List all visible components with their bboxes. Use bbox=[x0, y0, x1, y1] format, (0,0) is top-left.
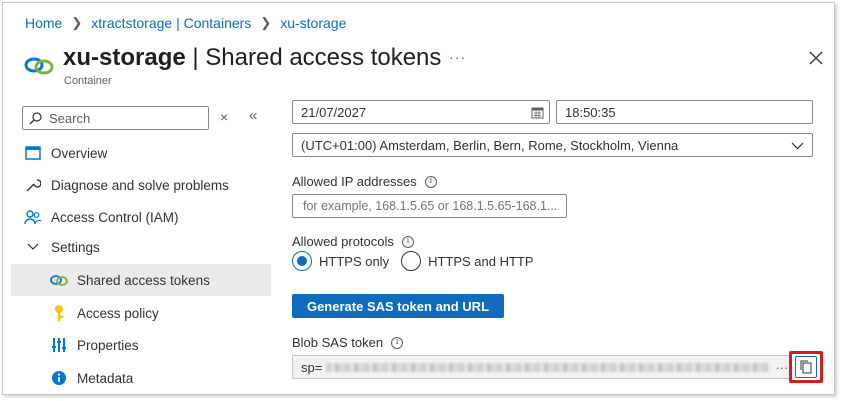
collapse-sidebar-icon[interactable]: « bbox=[249, 107, 257, 124]
copy-icon bbox=[800, 360, 812, 374]
people-icon bbox=[23, 207, 43, 227]
page-subtitle: Container bbox=[64, 75, 112, 87]
sidebar-item-label: Metadata bbox=[77, 370, 134, 386]
sidebar-search[interactable] bbox=[22, 106, 209, 130]
sidebar-item-metadata[interactable]: Metadata bbox=[11, 362, 271, 394]
copy-to-clipboard-highlight[interactable] bbox=[789, 351, 823, 383]
clear-search-icon[interactable]: × bbox=[220, 109, 228, 125]
info-icon bbox=[49, 368, 69, 388]
copy-to-clipboard-button[interactable] bbox=[795, 356, 817, 378]
timezone-select[interactable]: (UTC+01:00) Amsterdam, Berlin, Bern, Rom… bbox=[292, 133, 813, 157]
sidebar-item-overview[interactable]: Overview bbox=[11, 137, 271, 169]
blob-sas-label: Blob SAS token i bbox=[292, 335, 404, 350]
info-tooltip-icon[interactable]: i bbox=[401, 235, 414, 248]
breadcrumb-containers[interactable]: xtractstorage | Containers bbox=[91, 15, 251, 31]
page-title: xu-storage | Shared access tokens bbox=[63, 44, 441, 72]
allowed-ip-label-text: Allowed IP addresses bbox=[292, 174, 417, 189]
chevron-down-icon bbox=[23, 237, 43, 257]
allowed-ip-input[interactable] bbox=[301, 198, 561, 214]
radio-https-and-http-label[interactable]: HTTPS and HTTP bbox=[428, 254, 533, 269]
more-options-icon[interactable]: ··· bbox=[449, 49, 466, 65]
link-icon bbox=[49, 270, 69, 290]
info-tooltip-icon[interactable]: i bbox=[391, 336, 404, 349]
search-input[interactable] bbox=[47, 109, 197, 127]
breadcrumb-home[interactable]: Home bbox=[25, 15, 62, 31]
sidebar-item-access-control[interactable]: Access Control (IAM) bbox=[11, 201, 271, 233]
sidebar-item-properties[interactable]: Properties bbox=[11, 329, 271, 361]
sidebar-item-label: Shared access tokens bbox=[77, 272, 210, 288]
sidebar-item-label: Properties bbox=[77, 337, 139, 353]
calendar-icon[interactable] bbox=[531, 106, 544, 119]
redacted-token-value bbox=[326, 362, 772, 372]
radio-https-and-http[interactable] bbox=[401, 251, 422, 271]
properties-icon bbox=[49, 335, 69, 355]
breadcrumb: Home ❯ xtractstorage | Containers ❯ xu-s… bbox=[25, 15, 346, 31]
allowed-protocols-label: Allowed protocols i bbox=[292, 234, 414, 249]
chevron-down-icon bbox=[791, 142, 804, 150]
timezone-value: (UTC+01:00) Amsterdam, Berlin, Bern, Rom… bbox=[301, 137, 679, 153]
allowed-ip-label: Allowed IP addresses i bbox=[292, 174, 437, 189]
page-title-section: | Shared access tokens bbox=[185, 44, 442, 71]
breadcrumb-separator-icon: ❯ bbox=[71, 15, 83, 30]
key-icon bbox=[49, 303, 69, 323]
generate-sas-button[interactable]: Generate SAS token and URL bbox=[292, 294, 504, 318]
expiry-time-field[interactable]: 18:50:35 bbox=[556, 100, 813, 124]
page-title-resource: xu-storage bbox=[63, 44, 186, 71]
blob-sas-label-text: Blob SAS token bbox=[292, 335, 384, 350]
info-tooltip-icon[interactable]: i bbox=[424, 175, 437, 188]
sidebar-item-label: Access Control (IAM) bbox=[51, 209, 179, 225]
protocol-radio-group: HTTPS only HTTPS and HTTP bbox=[292, 251, 534, 271]
wrench-icon bbox=[23, 175, 43, 195]
sidebar-item-access-policy[interactable]: Access policy bbox=[11, 297, 271, 329]
sidebar-item-diagnose[interactable]: Diagnose and solve problems bbox=[11, 169, 271, 201]
sidebar-item-label: Settings bbox=[51, 239, 100, 255]
radio-https-only[interactable] bbox=[292, 251, 312, 271]
expiry-date-value: 21/07/2027 bbox=[301, 104, 367, 120]
breadcrumb-separator-icon: ❯ bbox=[260, 15, 272, 30]
radio-https-only-label[interactable]: HTTPS only bbox=[319, 254, 389, 269]
portal-window: Home ❯ xtractstorage | Containers ❯ xu-s… bbox=[2, 2, 835, 395]
blob-sas-token-prefix: sp= bbox=[301, 359, 323, 375]
overview-icon bbox=[23, 143, 43, 163]
sidebar-item-label: Diagnose and solve problems bbox=[51, 177, 229, 193]
search-icon bbox=[29, 111, 42, 124]
breadcrumb-container[interactable]: xu-storage bbox=[280, 15, 346, 31]
close-icon[interactable] bbox=[807, 49, 825, 67]
sidebar-item-label: Access policy bbox=[77, 305, 159, 321]
blob-sas-token-field[interactable]: sp= ··· bbox=[292, 355, 822, 379]
container-link-icon bbox=[24, 57, 54, 75]
sidebar-group-settings[interactable]: Settings bbox=[11, 231, 271, 263]
sidebar-item-shared-access-tokens[interactable]: Shared access tokens bbox=[11, 264, 271, 296]
expiry-time-value: 18:50:35 bbox=[565, 104, 616, 120]
allowed-protocols-label-text: Allowed protocols bbox=[292, 234, 394, 249]
sidebar-item-label: Overview bbox=[51, 145, 108, 161]
expiry-date-field[interactable]: 21/07/2027 bbox=[292, 100, 550, 124]
allowed-ip-field[interactable] bbox=[292, 194, 567, 218]
blob-sas-token-ellipsis: ··· bbox=[775, 359, 789, 375]
